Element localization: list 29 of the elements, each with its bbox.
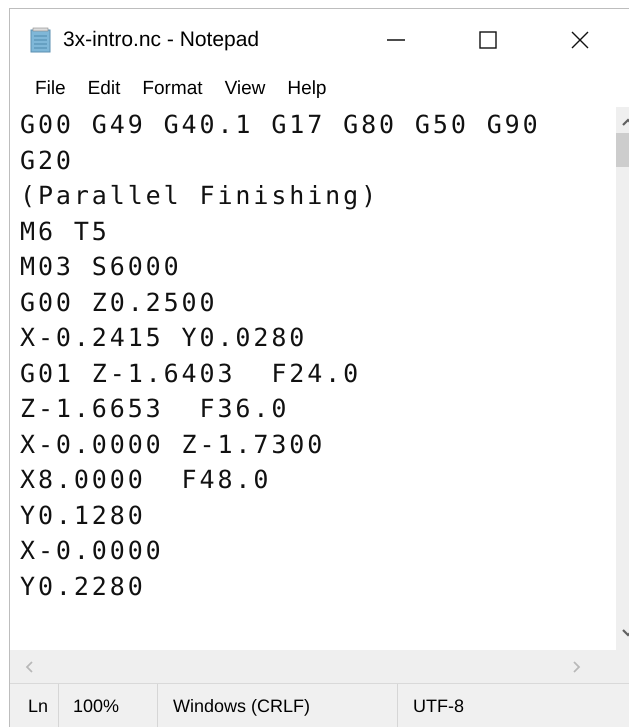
code-line: M6 T5 bbox=[20, 216, 111, 248]
code-line: (Parallel Finishing) bbox=[20, 180, 380, 212]
code-line: X-0.0000 Z-1.7300 bbox=[20, 428, 326, 460]
menu-item[interactable]: Edit bbox=[76, 78, 132, 100]
scroll-left-icon[interactable] bbox=[24, 660, 34, 674]
code-line: Y0.1280 bbox=[20, 500, 147, 532]
code-line: G00 Z0.2500 bbox=[20, 286, 218, 318]
status-text: Ln bbox=[28, 696, 48, 717]
status-text: UTF-8 bbox=[413, 696, 464, 717]
code-line: X-0.0000 bbox=[20, 535, 165, 567]
notepad-icon bbox=[29, 27, 53, 53]
menu-item[interactable]: File bbox=[24, 78, 77, 100]
code-line: Y0.2280 bbox=[20, 570, 147, 602]
menu-item[interactable]: Format bbox=[131, 78, 214, 100]
code-line: X8.0000 F48.0 bbox=[20, 464, 272, 496]
code-line: G01 Z-1.6403 F24.0 bbox=[20, 358, 362, 390]
status-text: Windows (CRLF) bbox=[173, 696, 310, 717]
code-line: Z-1.6653 F36.0 bbox=[20, 393, 290, 425]
code-line: M03 S6000 bbox=[20, 251, 183, 283]
scroll-right-icon[interactable] bbox=[572, 660, 582, 674]
window-title: 3x-intro.nc - Notepad bbox=[63, 28, 260, 52]
horizontal-scrollbar[interactable] bbox=[10, 650, 629, 684]
status-text: 100% bbox=[73, 696, 120, 717]
text-editor[interactable]: G00 G49 G40.1 G17 G80 G50 G90 G20 (Parallel Finishing) M6 T5 M03 S6000 G00 Z0.2500 X-0.2415 Y0.0280 G01 Z-1.6403 F24.0 Z-1.6653 F36.0 X-0.0000 Z-1.7300 X8.0000 F48.0 Y0.1280 X-0.0000 Y0.2280 bbox=[10, 107, 616, 650]
menu-item[interactable]: Help bbox=[276, 78, 338, 100]
menu-item[interactable]: View bbox=[214, 78, 276, 100]
code-line: G20 bbox=[20, 144, 75, 176]
code-line: X-0.2415 Y0.0280 bbox=[20, 322, 308, 354]
code-line: G00 G49 G40.1 G17 G80 G50 G90 bbox=[20, 109, 542, 141]
